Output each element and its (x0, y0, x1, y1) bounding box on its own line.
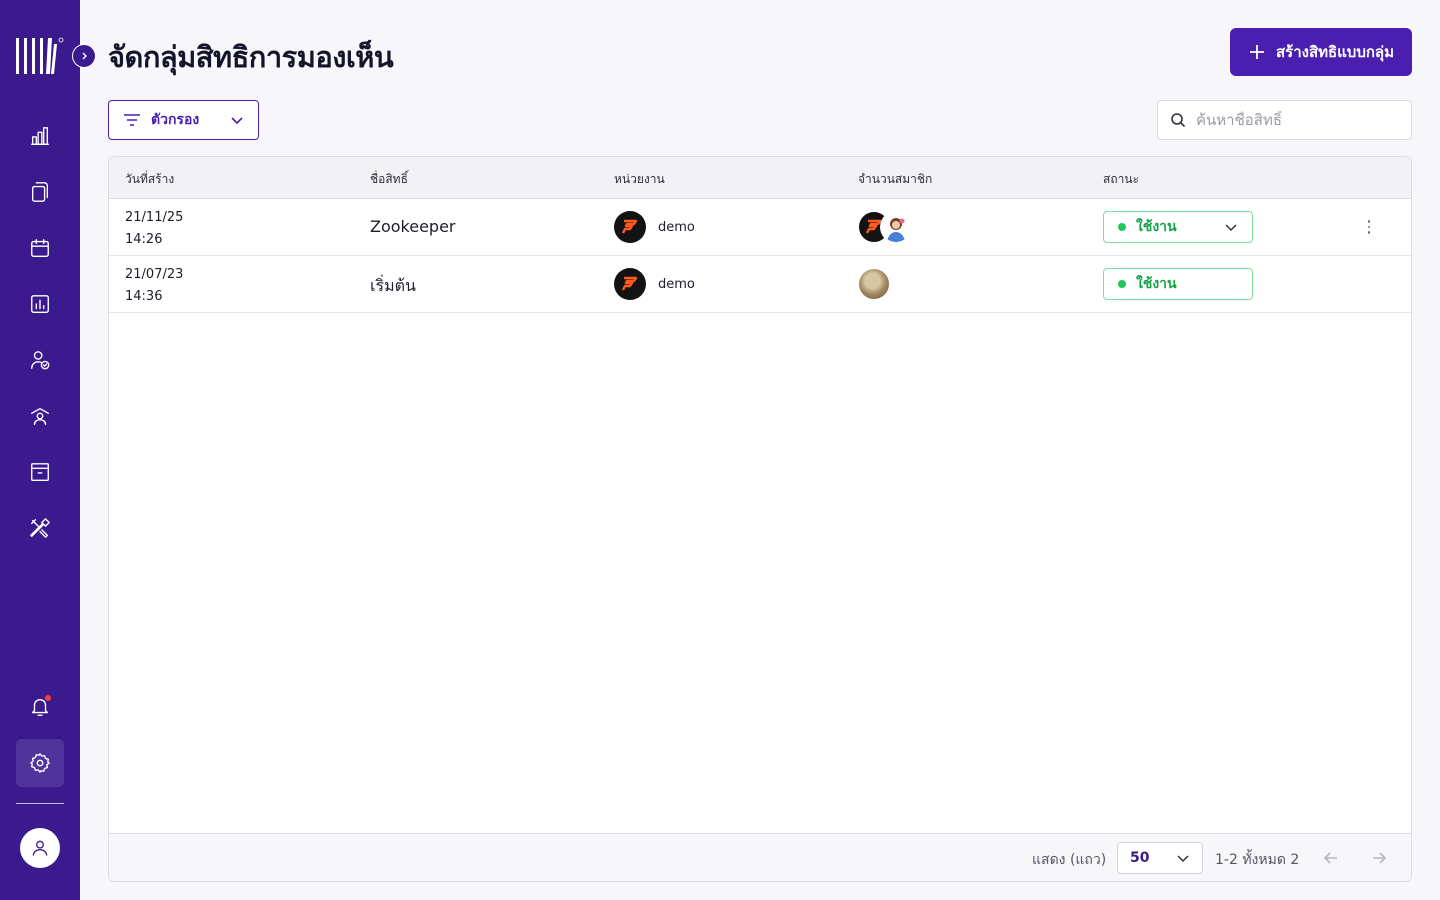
permission-name: Zookeeper (370, 217, 456, 236)
user-broadcast-icon (31, 407, 49, 425)
chevron-down-icon (1177, 855, 1189, 863)
created-date-cell: 21/07/23 14:36 (125, 264, 183, 308)
status-active-dot (1118, 223, 1126, 231)
user-check-icon (31, 351, 50, 370)
unit-logo-icon (614, 211, 646, 243)
search-box (1157, 100, 1412, 140)
filter-dropdown[interactable]: ตัวกรอง (108, 100, 259, 140)
rows-per-page-label: แสดง (แถว) (1032, 852, 1107, 868)
row-actions-menu-icon[interactable] (1359, 215, 1379, 239)
page-size-value: 50 (1130, 850, 1150, 866)
permissions-table: วันที่สร้าง ชื่อสิทธิ์ หน่วยงาน จำนวนสมา… (108, 156, 1412, 882)
created-time: 14:26 (125, 232, 163, 247)
calendar-icon (31, 239, 49, 257)
unit-cell: demo (614, 268, 695, 300)
column-header-unit: หน่วยงาน (614, 172, 665, 186)
search-input[interactable] (1196, 111, 1386, 129)
create-button-label: สร้างสิทธิแบบกลุ่ม (1275, 43, 1395, 61)
unit-name: demo (658, 276, 695, 292)
permission-name: เริ่มต้น (370, 276, 416, 295)
status-active-dot (1118, 280, 1126, 288)
page-title: จัดกลุ่มสิทธิการมองเห็น (108, 40, 394, 74)
table-row[interactable]: 21/07/23 14:36 เริ่มต้น demo ใช้งาน (109, 256, 1411, 313)
chevron-down-icon (1225, 224, 1237, 232)
report-chart-icon (31, 295, 49, 313)
sidebar-item-broadcast[interactable] (16, 392, 64, 440)
pagination-range: 1-2 ทั้งหมด 2 (1215, 852, 1300, 868)
sidebar-item-reports[interactable] (16, 280, 64, 328)
sidebar-item-calendar[interactable] (16, 224, 64, 272)
create-group-permission-button[interactable]: สร้างสิทธิแบบกลุ่ม (1230, 28, 1412, 76)
arrow-left-icon (1323, 852, 1337, 864)
filter-label: ตัวกรอง (151, 112, 200, 128)
status-label: ใช้งาน (1136, 276, 1177, 292)
profile-button[interactable] (20, 828, 60, 868)
column-header-status: สถานะ (1103, 172, 1139, 186)
column-header-members: จำนวนสมาชิก (858, 172, 933, 186)
girl-avatar (880, 211, 912, 243)
rows-per-page-select[interactable]: 50 (1117, 842, 1203, 874)
sidebar-item-users[interactable] (16, 336, 64, 384)
archive-box-icon (31, 463, 49, 481)
unit-logo-icon (614, 268, 646, 300)
search-icon (1171, 113, 1186, 128)
chevron-down-icon (231, 117, 243, 125)
created-date: 21/07/23 (125, 267, 184, 282)
unit-cell: demo (614, 211, 695, 243)
members-avatars[interactable] (858, 211, 912, 243)
table-header: วันที่สร้าง ชื่อสิทธิ์ หน่วยงาน จำนวนสมา… (109, 157, 1411, 199)
sidebar-item-settings[interactable] (16, 739, 64, 787)
table-row[interactable]: 21/11/25 14:26 Zookeeper demo ใช้งาน (109, 199, 1411, 256)
sidebar-item-dashboard[interactable] (16, 112, 64, 160)
status-badge: ใช้งาน (1103, 268, 1253, 300)
column-header-name: ชื่อสิทธิ์ (370, 172, 408, 186)
next-page-button[interactable] (1367, 846, 1391, 870)
created-time: 14:36 (125, 289, 163, 304)
tools-icon (30, 518, 50, 538)
photo-avatar (858, 268, 890, 300)
gear-icon (30, 753, 50, 773)
created-date: 21/11/25 (125, 210, 184, 225)
sidebar-divider (16, 803, 64, 804)
sidebar-item-archive[interactable] (16, 448, 64, 496)
app-logo[interactable] (16, 36, 64, 76)
sidebar (0, 0, 80, 900)
column-header-created: วันที่สร้าง (125, 172, 175, 186)
arrow-right-icon (1373, 852, 1387, 864)
previous-page-button[interactable] (1319, 846, 1343, 870)
unit-name: demo (658, 219, 695, 235)
sidebar-item-tools[interactable] (16, 504, 64, 552)
chevron-right-icon (82, 52, 87, 60)
members-avatars[interactable] (858, 268, 890, 300)
notification-dot (45, 695, 51, 701)
created-date-cell: 21/11/25 14:26 (125, 207, 183, 251)
status-dropdown[interactable]: ใช้งาน (1103, 211, 1253, 243)
bar-chart-icon (31, 127, 49, 145)
plus-icon (1249, 45, 1264, 59)
sidebar-collapse-button[interactable] (72, 44, 96, 68)
table-footer: แสดง (แถว) 50 1-2 ทั้งหมด 2 (109, 833, 1411, 881)
documents-icon (31, 182, 49, 202)
sidebar-item-documents[interactable] (16, 168, 64, 216)
sidebar-item-notifications[interactable] (16, 683, 64, 731)
status-label: ใช้งาน (1136, 219, 1177, 235)
user-icon (32, 840, 48, 856)
filter-icon (124, 114, 140, 126)
